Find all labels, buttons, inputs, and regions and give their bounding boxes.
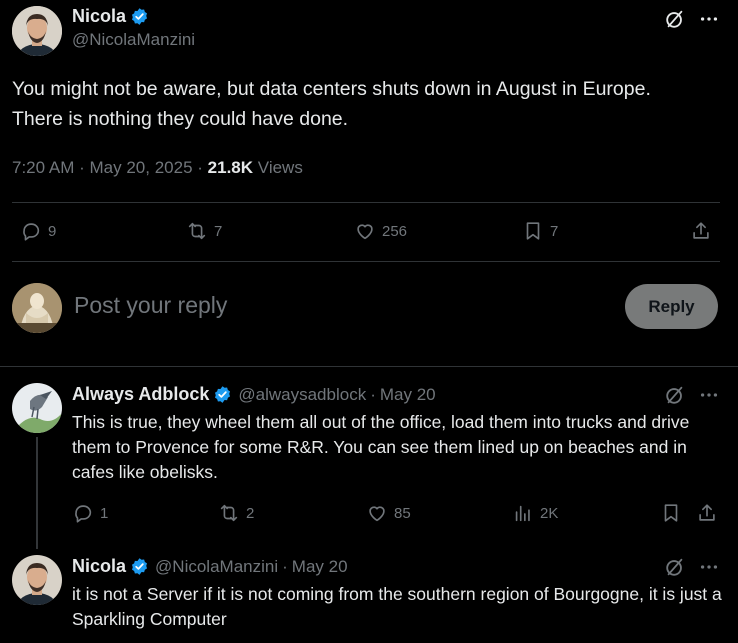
reply-action[interactable]: 1 (72, 502, 108, 524)
reply2-date[interactable]: May 20 (292, 557, 348, 577)
author-info: Nicola @NicolaManzini (72, 6, 195, 50)
reply-action[interactable]: 9 (20, 220, 56, 242)
retweet-icon (188, 222, 206, 240)
author-avatar[interactable] (12, 6, 62, 56)
views-action[interactable]: 2K (512, 502, 558, 524)
views-count: 2K (540, 504, 559, 522)
meta-separator: · (79, 158, 85, 177)
verified-badge-icon (215, 386, 231, 403)
tweet-text: You might not be aware, but data centers… (12, 78, 651, 130)
reply1-text: This is true, they wheel them all out of… (72, 412, 690, 482)
current-user-avatar[interactable] (12, 283, 62, 333)
reply1-author-name[interactable]: Always Adblock (72, 384, 209, 405)
divider (12, 202, 720, 203)
avatar-image (12, 383, 62, 433)
more-options-icon[interactable] (698, 8, 720, 35)
reply1-date[interactable]: May 20 (380, 385, 436, 405)
avatar-image (12, 283, 62, 333)
tweet-meta: 7:20 AM · May 20, 2025 · 21.8K Views (12, 158, 303, 178)
reply2-avatar[interactable] (12, 555, 62, 605)
author-name[interactable]: Nicola (72, 6, 126, 27)
meta-separator: · (197, 158, 203, 177)
tweet-time[interactable]: 7:20 AM (12, 158, 74, 177)
grok-icon[interactable] (664, 556, 686, 583)
divider (0, 366, 738, 367)
reply1-header: Always Adblock @alwaysadblock · May 20 (72, 384, 436, 405)
reply-count: 1 (100, 504, 109, 522)
bookmark-action[interactable]: 7 (522, 220, 558, 242)
grok-icon[interactable] (664, 384, 686, 411)
reply-button[interactable]: Reply (625, 284, 718, 329)
reply2-header: Nicola @NicolaManzini · May 20 (72, 556, 348, 577)
like-count: 85 (394, 504, 411, 522)
bookmark-count: 7 (550, 222, 559, 240)
divider (12, 261, 720, 262)
reply-input[interactable]: Post your reply (74, 292, 227, 319)
reply-icon (75, 505, 92, 523)
tweet-date[interactable]: May 20, 2025 (90, 158, 193, 177)
reply2-handle[interactable]: @NicolaManzini (155, 557, 278, 577)
verified-badge-icon (132, 8, 148, 25)
avatar-image (12, 6, 62, 56)
reply1-avatar[interactable] (12, 383, 62, 433)
reply-icon (23, 223, 40, 241)
bookmark-icon (526, 222, 540, 240)
like-action[interactable]: 256 (354, 220, 407, 242)
views-label: Views (257, 158, 303, 177)
retweet-action[interactable]: 7 (186, 220, 222, 242)
like-action[interactable]: 85 (366, 502, 411, 524)
reply2-author-name[interactable]: Nicola (72, 556, 126, 577)
avatar-image (12, 555, 62, 605)
bookmark-icon (664, 504, 678, 522)
reply-count: 9 (48, 222, 57, 240)
more-options-icon[interactable] (698, 556, 720, 583)
share-action[interactable] (696, 502, 718, 524)
retweet-count: 7 (214, 222, 223, 240)
retweet-icon (220, 504, 238, 522)
share-icon (699, 504, 715, 521)
reply1-handle[interactable]: @alwaysadblock (238, 385, 366, 405)
retweet-count: 2 (246, 504, 255, 522)
verified-badge-icon (132, 558, 148, 575)
meta-separator: · (282, 556, 288, 576)
reply2-text: it is not a Server if it is not coming f… (72, 584, 722, 629)
heart-icon (369, 506, 385, 522)
bookmark-action[interactable] (660, 502, 682, 524)
more-options-icon[interactable] (698, 384, 720, 411)
views-count[interactable]: 21.8K (208, 158, 253, 177)
author-handle[interactable]: @NicolaManzini (72, 30, 195, 50)
like-count: 256 (382, 222, 408, 240)
retweet-action[interactable]: 2 (218, 502, 254, 524)
analytics-icon (515, 505, 530, 522)
grok-icon[interactable] (664, 8, 686, 35)
heart-icon (357, 224, 373, 240)
meta-separator: · (370, 384, 376, 404)
share-icon (693, 222, 709, 239)
share-action[interactable] (690, 220, 712, 242)
thread-line (36, 437, 38, 549)
